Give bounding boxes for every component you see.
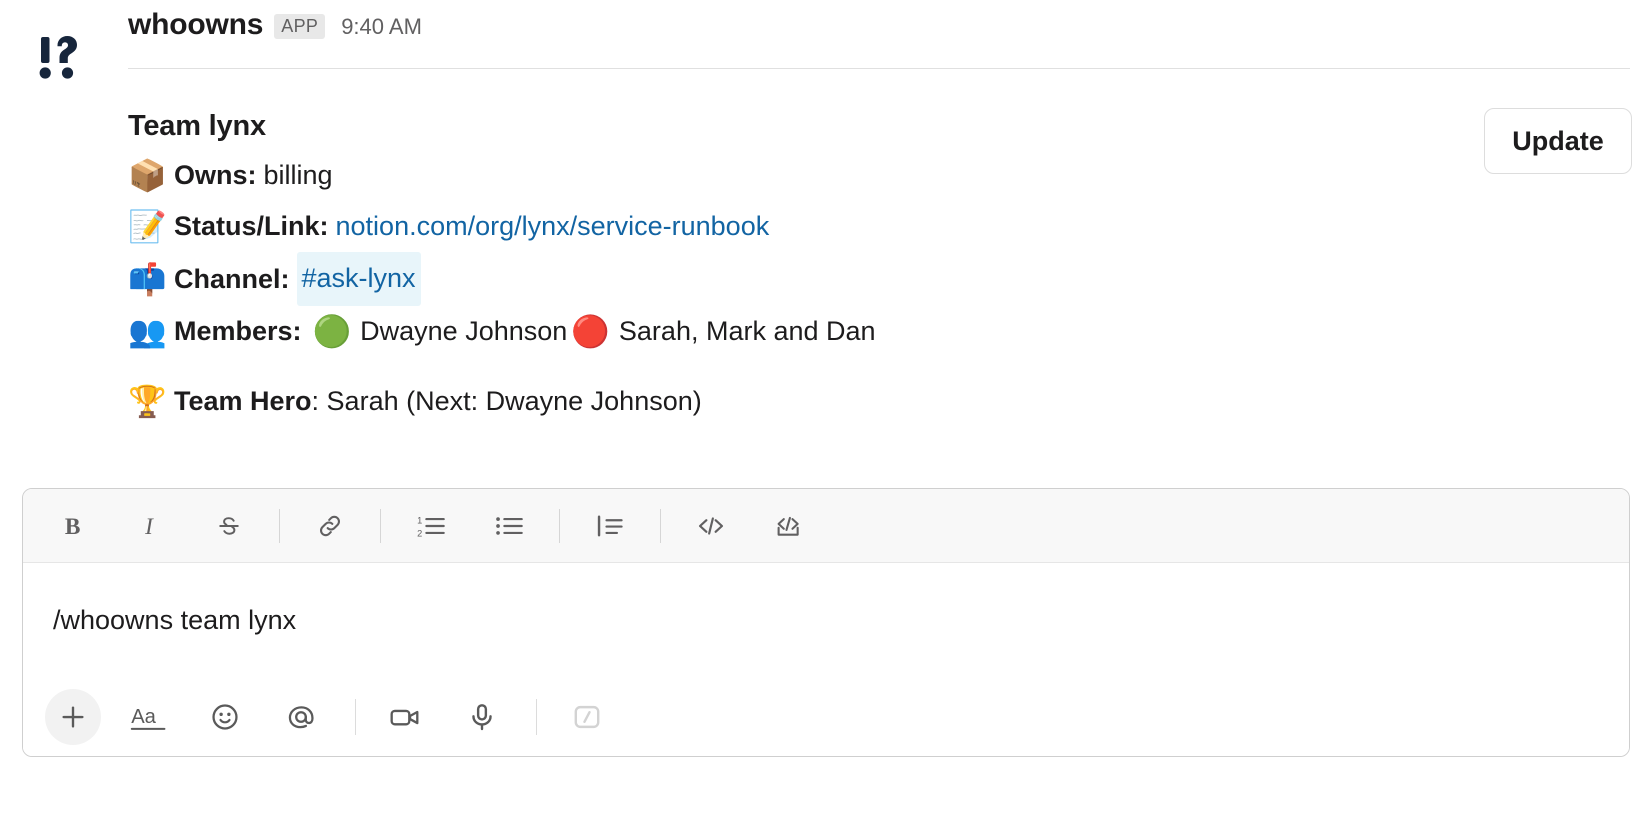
sender-name[interactable]: whoowns xyxy=(128,10,263,40)
members-offline: Sarah, Mark and Dan xyxy=(619,306,876,357)
runbook-link[interactable]: notion.com/org/lynx/service-runbook xyxy=(336,201,770,252)
members-online: Dwayne Johnson xyxy=(360,306,567,357)
green-circle-emoji: 🟢 xyxy=(313,316,352,347)
update-button[interactable]: Update xyxy=(1484,108,1632,174)
italic-icon[interactable]: I xyxy=(123,500,179,552)
plus-icon[interactable] xyxy=(45,689,101,745)
slash-command-icon[interactable] xyxy=(559,689,615,745)
message-divider xyxy=(128,68,1630,69)
blockquote-icon[interactable] xyxy=(582,500,638,552)
ordered-list-icon[interactable]: 1 2 xyxy=(403,500,459,552)
formatting-aa-icon[interactable]: Aa xyxy=(121,689,177,745)
field-value-team-hero: : Sarah (Next: Dwayne Johnson) xyxy=(312,376,702,427)
strikethrough-icon[interactable] xyxy=(201,500,257,552)
toolbar-separator xyxy=(660,509,661,543)
video-icon[interactable] xyxy=(378,689,434,745)
slack-message-view: whoowns APP 9:40 AM Team lynx 📦 Owns: bi… xyxy=(0,0,1652,818)
field-value-owns: billing xyxy=(264,150,333,201)
svg-text:1: 1 xyxy=(417,515,422,525)
field-label-status-link: Status/Link: xyxy=(174,201,329,252)
field-label-members: Members: xyxy=(174,306,302,357)
app-badge: APP xyxy=(274,14,325,39)
actions-separator xyxy=(536,699,537,735)
emoji-icon[interactable] xyxy=(197,689,253,745)
toolbar-separator xyxy=(279,509,280,543)
message-timestamp[interactable]: 9:40 AM xyxy=(341,16,422,38)
field-row-owns: 📦 Owns: billing xyxy=(128,150,1652,201)
code-icon[interactable] xyxy=(683,500,739,552)
field-row-members: 👥 Members: 🟢 Dwayne Johnson 🔴 Sarah, Mar… xyxy=(128,306,1652,357)
field-row-channel: 📫 Channel: #ask-lynx xyxy=(128,252,1652,306)
message-body: whoowns APP 9:40 AM xyxy=(128,10,1652,52)
field-row-status-link: 📝 Status/Link: notion.com/org/lynx/servi… xyxy=(128,201,1652,252)
block-title: Team lynx xyxy=(128,108,1652,144)
bold-icon[interactable]: B xyxy=(45,500,101,552)
field-row-team-hero: 🏆 Team Hero : Sarah (Next: Dwayne Johnso… xyxy=(128,376,1652,427)
mailbox-emoji: 📫 xyxy=(128,254,174,305)
message: whoowns APP 9:40 AM Team lynx 📦 Owns: bi… xyxy=(0,0,1652,10)
package-emoji: 📦 xyxy=(128,150,174,201)
interrobang-icon xyxy=(31,29,87,85)
svg-text:B: B xyxy=(65,514,81,540)
red-circle-emoji: 🔴 xyxy=(571,316,610,347)
toolbar-separator xyxy=(380,509,381,543)
toolbar-separator xyxy=(559,509,560,543)
trophy-emoji: 🏆 xyxy=(128,376,174,427)
memo-emoji: 📝 xyxy=(128,201,174,252)
svg-text:2: 2 xyxy=(417,528,422,538)
mention-icon[interactable] xyxy=(273,689,329,745)
field-label-team-hero: Team Hero xyxy=(174,376,312,427)
app-avatar[interactable] xyxy=(20,18,98,96)
field-label-owns: Owns: xyxy=(174,150,257,201)
link-icon[interactable] xyxy=(302,500,358,552)
formatting-toolbar: B I xyxy=(23,489,1629,563)
svg-text:I: I xyxy=(144,514,154,540)
channel-link[interactable]: #ask-lynx xyxy=(297,252,421,306)
microphone-icon[interactable] xyxy=(454,689,510,745)
composer-actions: Aa xyxy=(23,678,1629,756)
actions-separator xyxy=(355,699,356,735)
message-composer: B I xyxy=(22,488,1630,757)
svg-text:Aa: Aa xyxy=(131,706,156,728)
message-header: whoowns APP 9:40 AM xyxy=(128,10,1652,52)
block-content: Team lynx 📦 Owns: billing 📝 Status/Link:… xyxy=(128,108,1652,427)
busts-in-silhouette-emoji: 👥 xyxy=(128,306,174,357)
composer-text-input[interactable]: /whoowns team lynx xyxy=(23,563,1629,678)
field-label-channel: Channel: xyxy=(174,254,290,305)
code-block-icon[interactable] xyxy=(761,500,817,552)
bulleted-list-icon[interactable] xyxy=(481,500,537,552)
